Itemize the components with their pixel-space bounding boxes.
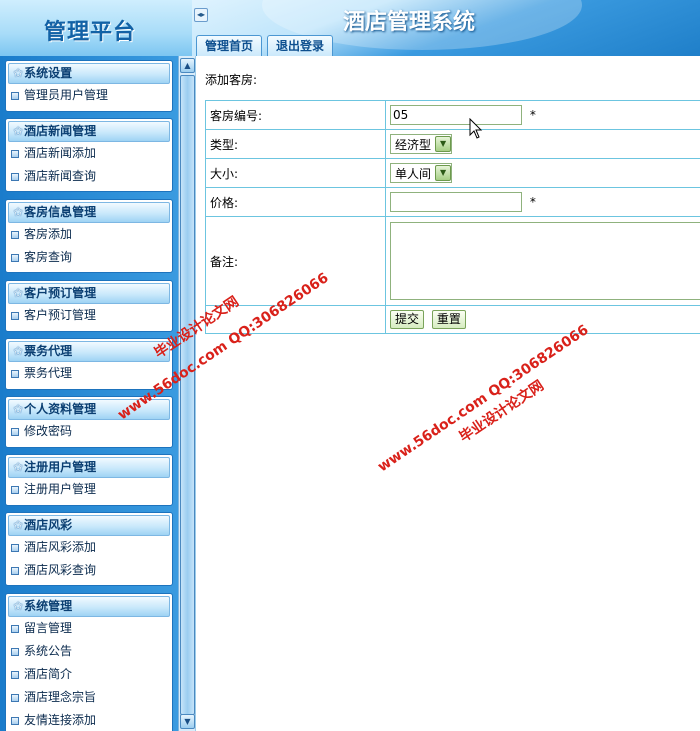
price-input[interactable]	[390, 192, 522, 212]
tab-home[interactable]: 管理首页	[196, 35, 262, 56]
sidebar-group-system-settings: ✩ 系统设置 管理员用户管理	[5, 60, 173, 112]
form-row-price: 价格: *	[205, 187, 700, 217]
room-number-cell: *	[385, 100, 700, 130]
star-icon: ✩	[13, 518, 24, 532]
type-select[interactable]: 经济型 ▼	[390, 134, 453, 154]
price-label: 价格:	[205, 187, 386, 217]
sidebar-group-registered-users: ✩ 注册用户管理 注册用户管理	[5, 454, 173, 506]
sidebar-group-header[interactable]: ✩ 系统管理	[8, 596, 170, 617]
room-number-input[interactable]	[390, 105, 522, 125]
header: 管理平台 ◂▸ 酒店管理系统 管理首页 退出登录	[0, 0, 700, 56]
sidebar-item-messages[interactable]: 留言管理	[6, 617, 172, 640]
star-icon: ✩	[13, 460, 24, 474]
star-icon: ✩	[13, 66, 24, 80]
scroll-thumb[interactable]	[180, 75, 195, 715]
bullet-icon	[11, 149, 19, 158]
scroll-up-icon[interactable]: ▲	[180, 58, 195, 73]
sidebar-item-tickets[interactable]: 票务代理	[6, 362, 172, 385]
bullet-icon	[11, 369, 19, 378]
star-icon: ✩	[13, 286, 24, 300]
sidebar-item-room-query[interactable]: 客房查询	[6, 246, 172, 269]
bullet-icon	[11, 670, 19, 679]
sidebar-item-registered-users[interactable]: 注册用户管理	[6, 478, 172, 501]
star-icon: ✩	[13, 124, 24, 138]
bullet-icon	[11, 485, 19, 494]
sidebar-item-announcements[interactable]: 系统公告	[6, 640, 172, 663]
bullet-icon	[11, 716, 19, 725]
sidebar-scrollbar[interactable]: ▲ ▼	[178, 56, 195, 731]
sidebar-group-header[interactable]: ✩ 票务代理	[8, 341, 170, 362]
size-select[interactable]: 单人间 ▼	[390, 163, 453, 183]
required-mark: *	[529, 108, 536, 122]
bullet-icon	[11, 172, 19, 181]
sidebar-item-change-password[interactable]: 修改密码	[6, 420, 172, 443]
star-icon: ✩	[13, 344, 24, 358]
form-row-type: 类型: 经济型 ▼	[205, 129, 700, 159]
size-cell: 单人间 ▼	[385, 158, 700, 188]
sidebar-item-hotel-intro[interactable]: 酒店简介	[6, 663, 172, 686]
sidebar-group-header[interactable]: ✩ 注册用户管理	[8, 457, 170, 478]
star-icon: ✩	[13, 599, 24, 613]
star-icon: ✩	[13, 402, 24, 416]
system-title: 酒店管理系统	[343, 9, 476, 35]
price-cell: *	[385, 187, 700, 217]
mouse-cursor-icon	[469, 118, 483, 139]
sidebar-group-news: ✩ 酒店新闻管理 酒店新闻添加 酒店新闻查询	[5, 118, 173, 192]
form-row-room-number: 客房编号: *	[205, 100, 700, 130]
remark-textarea[interactable]	[390, 222, 700, 300]
bullet-icon	[11, 566, 19, 575]
bullet-icon	[11, 91, 19, 100]
chevron-down-icon[interactable]: ▼	[435, 136, 452, 152]
main-content: 添加客房: 客房编号: * 类型: 经济型 ▼ 大小: 单人间 ▼	[195, 56, 700, 731]
bullet-icon	[11, 647, 19, 656]
sidebar-toggle-icon[interactable]: ◂▸	[194, 8, 208, 22]
sidebar-group-system-admin: ✩ 系统管理 留言管理 系统公告 酒店简介 酒店理念宗旨 友情连接添加	[5, 593, 173, 731]
sidebar-group-header[interactable]: ✩ 酒店风彩	[8, 515, 170, 536]
sidebar-item-room-add[interactable]: 客房添加	[6, 223, 172, 246]
submit-button[interactable]: 提交	[390, 310, 425, 329]
required-mark: *	[529, 195, 536, 209]
bullet-icon	[11, 253, 19, 262]
sidebar-item-gallery-query[interactable]: 酒店风彩查询	[6, 559, 172, 582]
bullet-icon	[11, 230, 19, 239]
bullet-icon	[11, 693, 19, 702]
sidebar-item-bookings[interactable]: 客户预订管理	[6, 304, 172, 327]
logo-area: 管理平台	[0, 0, 192, 56]
star-icon: ✩	[13, 205, 24, 219]
room-number-label: 客房编号:	[205, 100, 386, 130]
sidebar-item-news-add[interactable]: 酒店新闻添加	[6, 142, 172, 165]
sidebar-group-tickets: ✩ 票务代理 票务代理	[5, 338, 173, 390]
sidebar-group-header[interactable]: ✩ 客户预订管理	[8, 283, 170, 304]
sidebar-group-header[interactable]: ✩ 酒店新闻管理	[8, 121, 170, 142]
bullet-icon	[11, 311, 19, 320]
form-row-size: 大小: 单人间 ▼	[205, 158, 700, 188]
bullet-icon	[11, 624, 19, 633]
bullet-icon	[11, 543, 19, 552]
size-select-value: 单人间	[395, 166, 432, 181]
sidebar-item-friend-links[interactable]: 友情连接添加	[6, 709, 172, 731]
sidebar-group-rooms: ✩ 客房信息管理 客房添加 客房查询	[5, 199, 173, 273]
size-label: 大小:	[205, 158, 386, 188]
sidebar-item-hotel-mission[interactable]: 酒店理念宗旨	[6, 686, 172, 709]
sidebar-group-bookings: ✩ 客户预订管理 客户预订管理	[5, 280, 173, 332]
chevron-down-icon[interactable]: ▼	[435, 165, 452, 181]
bullet-icon	[11, 427, 19, 436]
sidebar-group-gallery: ✩ 酒店风彩 酒店风彩添加 酒店风彩查询	[5, 512, 173, 586]
tab-logout[interactable]: 退出登录	[267, 35, 333, 56]
sidebar-group-header[interactable]: ✩ 系统设置	[8, 63, 170, 84]
remark-cell	[385, 216, 700, 306]
scroll-down-icon[interactable]: ▼	[180, 714, 195, 729]
sidebar-group-header[interactable]: ✩ 客房信息管理	[8, 202, 170, 223]
type-select-value: 经济型	[395, 137, 432, 152]
type-cell: 经济型 ▼	[385, 129, 700, 159]
form-row-remark: 备注:	[205, 216, 700, 306]
reset-button[interactable]: 重置	[431, 310, 466, 329]
sidebar-item-admin-users[interactable]: 管理员用户管理	[6, 84, 172, 107]
type-label: 类型:	[205, 129, 386, 159]
buttons-cell: 提交 重置	[385, 305, 700, 334]
logo: 管理平台	[44, 19, 137, 45]
page-title: 添加客房:	[205, 73, 258, 87]
sidebar-item-news-query[interactable]: 酒店新闻查询	[6, 165, 172, 188]
sidebar-item-gallery-add[interactable]: 酒店风彩添加	[6, 536, 172, 559]
